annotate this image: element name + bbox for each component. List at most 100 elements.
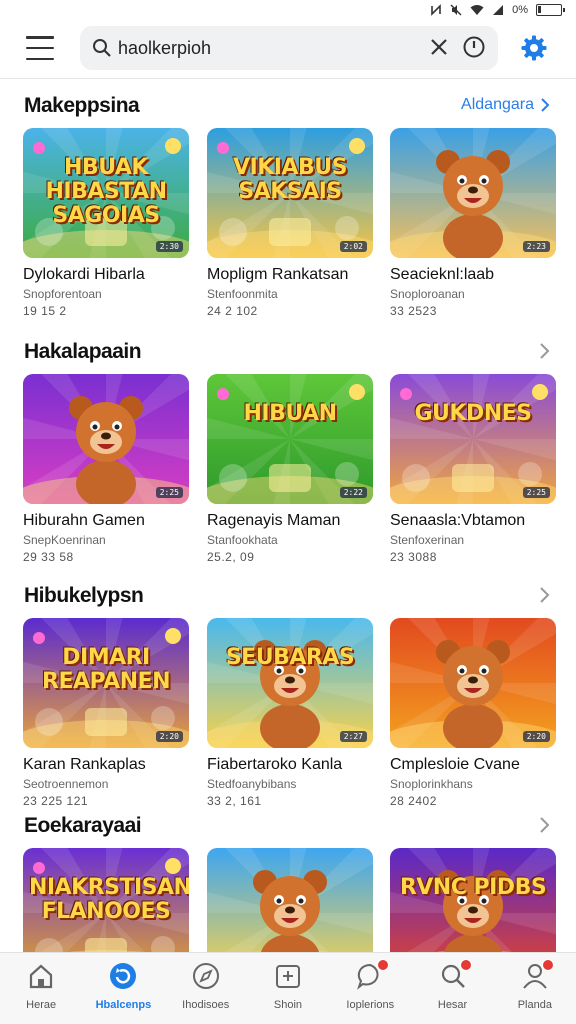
duration-badge: 2:02 <box>339 241 367 252</box>
game-stats: 24 2 102 <box>207 304 258 318</box>
game-card[interactable]: VIKIABUS SAKSAIS 2:02 Mopligm Rankatsan Ste… <box>207 128 373 318</box>
game-card[interactable]: HBUAK HIBASTAN SAGOIAS 2:30 Dylokardi Hiba… <box>23 128 189 318</box>
chevron-right-icon[interactable] <box>538 586 550 609</box>
nav-label: Hesar <box>437 999 468 1011</box>
section-title: Eoekarayaai <box>24 814 142 837</box>
game-developer: SnepKoenrinan <box>23 533 106 547</box>
chat-icon <box>355 959 390 991</box>
nav-label: Ioplerions <box>346 999 395 1011</box>
game-thumbnail[interactable]: HBUAK HIBASTAN SAGOIAS 2:30 <box>23 128 189 258</box>
duration-badge: 2:30 <box>155 241 183 252</box>
game-stats: 33 2, 161 <box>207 794 262 808</box>
mute-icon <box>450 4 462 16</box>
power-icon[interactable] <box>462 35 486 59</box>
duration-badge: 2:20 <box>522 731 550 742</box>
see-all-label: Aldangara <box>461 96 534 113</box>
gear-icon[interactable] <box>520 34 548 62</box>
duration-badge: 2:25 <box>155 487 183 498</box>
nav-item-herae[interactable]: Herae <box>0 953 82 1024</box>
thumbnail-title: NIAKRSTISAN FLANOOES <box>29 875 189 924</box>
game-title: Mopligm Rankatsan <box>207 266 349 283</box>
game-title: Karan Rankaplas <box>23 756 146 773</box>
game-card[interactable]: 2:23 Seacieknl:laab Snoploroanan 33 2523 <box>390 128 556 318</box>
thumbnail-title: DIMARI REAPANEN <box>42 645 170 694</box>
section-title: Hibukelypsn <box>24 584 144 607</box>
duration-badge: 2:23 <box>522 241 550 252</box>
chevron-right-icon[interactable] <box>538 816 550 839</box>
section-title: Hakalapaain <box>24 340 142 363</box>
duration-badge: 2:25 <box>522 487 550 498</box>
nav-item-hesar[interactable]: Hesar <box>411 953 493 1024</box>
game-title: Senaasla:Vbtamon <box>390 512 526 529</box>
game-title: Fiabertaroko Kanla <box>207 756 343 773</box>
thumbnail-title: RVNC PIDBS <box>399 875 547 900</box>
game-stats: 23 225 121 <box>23 794 89 808</box>
game-developer: Snoploroanan <box>390 287 465 301</box>
game-card[interactable]: HIBUAN 2:22 Ragenayis Maman Stanfookhata 25.… <box>207 374 373 564</box>
game-thumbnail[interactable]: SEUBARAS 2:27 <box>207 618 373 748</box>
game-developer: Stenfoonmita <box>207 287 278 301</box>
game-thumbnail[interactable]: HIBUAN 2:22 <box>207 374 373 504</box>
nav-item-ioplerions[interactable]: Ioplerions <box>329 953 411 1024</box>
compass-icon <box>191 961 221 991</box>
section-title: Makeppsina <box>24 94 140 117</box>
nav-item-shoin[interactable]: Shoin <box>247 953 329 1024</box>
battery-percent: 0% <box>512 4 528 16</box>
search-bar[interactable] <box>80 26 498 70</box>
signal-icon <box>493 5 504 15</box>
nav-item-planda[interactable]: Planda <box>494 953 576 1024</box>
game-card[interactable]: SEUBARAS 2:27 Fiabertaroko Kanla Stedfoanyb… <box>207 618 373 808</box>
game-title: Seacieknl:laab <box>390 266 495 283</box>
refresh-icon <box>108 961 138 991</box>
game-stats: 29 33 58 <box>23 550 74 564</box>
duration-badge: 2:27 <box>339 731 367 742</box>
nav-item-ihodisoes[interactable]: Ihodisoes <box>165 953 247 1024</box>
battery-icon <box>536 4 565 16</box>
game-card[interactable]: 2:20 Cmplesloie Cvane Snoplorinkhans 28 240… <box>390 618 556 808</box>
battery-level <box>538 6 541 13</box>
section: Makeppsina Aldangara HBUAK HIBASTAN SAGOIA… <box>0 94 576 324</box>
game-thumbnail[interactable]: 2:25 <box>23 374 189 504</box>
game-developer: Snoplorinkhans <box>390 777 473 791</box>
game-thumbnail[interactable]: 2:20 <box>390 618 556 748</box>
game-title: Ragenayis Maman <box>207 512 341 529</box>
search-input[interactable] <box>118 36 398 60</box>
game-thumbnail[interactable]: GUKDNES 2:25 <box>390 374 556 504</box>
thumbnail-title: HBUAK HIBASTAN SAGOIAS <box>45 155 167 228</box>
notification-badge <box>459 959 472 971</box>
game-title: Cmplesloie Cvane <box>390 756 520 773</box>
nav-label: Ihodisoes <box>182 999 230 1011</box>
menu-line <box>26 36 54 39</box>
game-card[interactable]: DIMARI REAPANEN 2:20 Karan Rankaplas Seotro… <box>23 618 189 808</box>
game-card[interactable]: 2:25 Hiburahn Gamen SnepKoenrinan 29 33 58 <box>23 374 189 564</box>
game-thumbnail[interactable]: DIMARI REAPANEN 2:20 <box>23 618 189 748</box>
game-card[interactable]: GUKDNES 2:25 Senaasla:Vbtamon Stenfoxerinan… <box>390 374 556 564</box>
nav-label: Shoin <box>273 999 303 1011</box>
store-icon <box>273 961 303 991</box>
section: Eoekarayaai NIAKRSTISAN FLANOOES RVNC PIDB… <box>0 814 576 978</box>
game-thumbnail[interactable]: 2:23 <box>390 128 556 258</box>
game-stats: 28 2402 <box>390 794 437 808</box>
nav-label: Herae <box>26 999 57 1011</box>
game-developer: Seotroennemon <box>23 777 109 791</box>
search-icon <box>93 39 111 57</box>
wifi-icon <box>470 5 484 15</box>
game-developer: Stedfoanybibans <box>207 777 297 791</box>
clear-icon[interactable] <box>428 36 450 58</box>
game-developer: Snopforentoan <box>23 287 102 301</box>
chevron-right-icon <box>541 98 550 112</box>
game-stats: 33 2523 <box>390 304 437 318</box>
game-stats: 19 15 2 <box>23 304 67 318</box>
chevron-right-icon[interactable] <box>538 342 550 365</box>
see-all-link[interactable]: Aldangara <box>461 96 550 114</box>
nav-item-hbalcenps[interactable]: Hbalcenps <box>82 953 164 1024</box>
menu-button[interactable] <box>26 36 54 60</box>
search-icon <box>438 959 472 991</box>
section: Hibukelypsn DIMARI REAPANEN 2:20 Karan Rank… <box>0 584 576 814</box>
status-bar: 0% <box>0 0 576 20</box>
game-developer: Stenfoxerinan <box>390 533 465 547</box>
profile-icon <box>520 959 554 991</box>
game-thumbnail[interactable]: VIKIABUS SAKSAIS 2:02 <box>207 128 373 258</box>
notification-badge <box>377 959 390 971</box>
top-bar <box>0 22 576 76</box>
